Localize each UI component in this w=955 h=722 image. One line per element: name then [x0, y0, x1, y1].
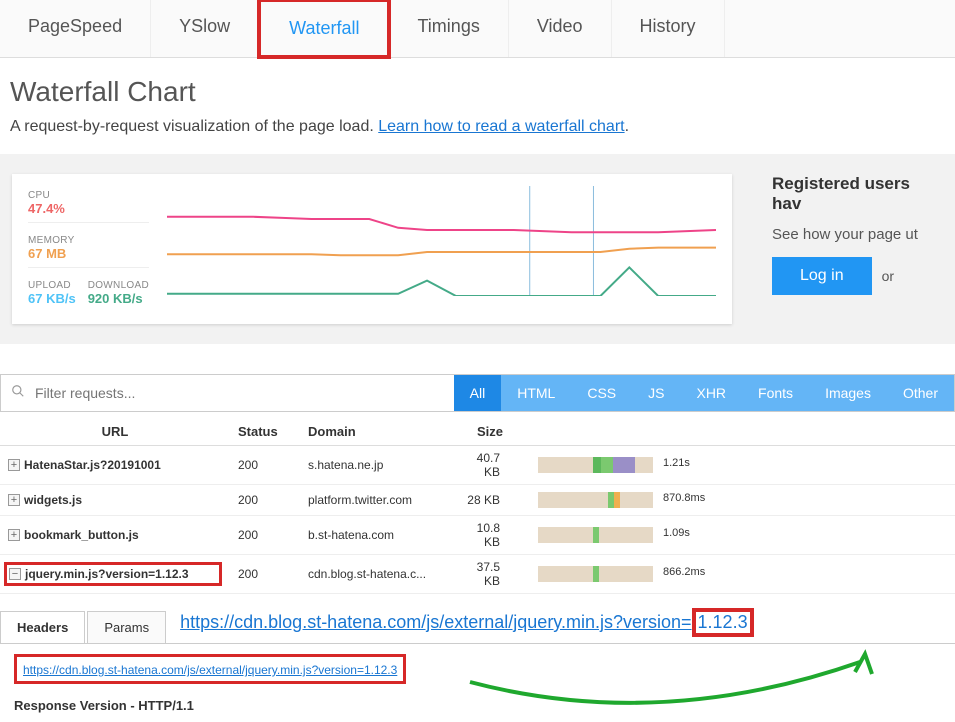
expand-icon[interactable]: + [8, 494, 20, 506]
learn-link[interactable]: Learn how to read a waterfall chart [378, 118, 624, 135]
filter-input-wrap [1, 375, 454, 411]
upload-value: 67 KB/s [28, 291, 76, 306]
row-time: 1.09s [663, 527, 690, 539]
filter-tab-images[interactable]: Images [809, 375, 887, 411]
subtitle-suffix: . [625, 118, 629, 135]
row-domain: platform.twitter.com [300, 485, 450, 516]
expand-icon[interactable]: + [8, 529, 20, 541]
tab-timings[interactable]: Timings [389, 0, 508, 57]
row-time: 866.2ms [663, 566, 705, 578]
tab-history[interactable]: History [612, 0, 725, 57]
download-value: 920 KB/s [88, 291, 149, 306]
row-domain: s.hatena.ne.jp [300, 446, 450, 485]
table-row[interactable]: + HatenaStar.js?20191001 200s.hatena.ne.jp… [0, 446, 955, 485]
sub-tab-params[interactable]: Params [87, 611, 166, 643]
side-text: See how your page ut [772, 226, 943, 243]
row-url: HatenaStar.js?20191001 [24, 458, 161, 472]
col-waterfall [530, 418, 955, 446]
row-status: 200 [230, 446, 300, 485]
filter-tab-xhr[interactable]: XHR [680, 375, 742, 411]
filter-tab-html[interactable]: HTML [501, 375, 571, 411]
filter-tab-css[interactable]: CSS [571, 375, 632, 411]
row-domain: cdn.blog.st-hatena.c... [300, 555, 450, 594]
row-url: bookmark_button.js [24, 528, 139, 542]
tab-yslow[interactable]: YSlow [151, 0, 259, 57]
row-time: 870.8ms [663, 492, 705, 504]
sub-tab-headers[interactable]: Headers [0, 611, 85, 643]
col-domain[interactable]: Domain [300, 418, 450, 446]
waterfall-bar: 870.8ms [538, 490, 947, 510]
search-icon [11, 384, 25, 403]
url-prefix: https://cdn.blog.st-hatena.com/js/extern… [180, 612, 691, 632]
upload-label: UPLOAD [28, 280, 76, 291]
metrics-card: CPU 47.4% MEMORY 67 MB UPLOAD 67 KB/s DO… [12, 174, 732, 324]
requests-table: URL Status Domain Size + HatenaStar.js?20… [0, 418, 955, 594]
cpu-label: CPU [28, 190, 149, 201]
side-panel: Registered users hav See how your page u… [752, 174, 943, 324]
metric-net: UPLOAD 67 KB/s DOWNLOAD 920 KB/s [28, 276, 149, 312]
filter-tab-fonts[interactable]: Fonts [742, 375, 809, 411]
metrics-panel: CPU 47.4% MEMORY 67 MB UPLOAD 67 KB/s DO… [0, 154, 955, 344]
row-url: widgets.js [24, 493, 82, 507]
row-status: 200 [230, 485, 300, 516]
memory-label: MEMORY [28, 235, 149, 246]
subtitle-text: A request-by-request visualization of th… [10, 118, 378, 135]
login-button[interactable]: Log in [772, 257, 872, 295]
request-url[interactable]: https://cdn.blog.st-hatena.com/js/extern… [180, 608, 753, 643]
metric-memory: MEMORY 67 MB [28, 231, 149, 268]
waterfall-bar: 866.2ms [538, 564, 947, 584]
cpu-value: 47.4% [28, 201, 149, 216]
small-url-highlight: https://cdn.blog.st-hatena.com/js/extern… [14, 654, 406, 684]
waterfall-table-section: All HTML CSS JS XHR Fonts Images Other U… [0, 374, 955, 713]
row-size: 28 KB [450, 485, 530, 516]
row-size: 40.7 KB [450, 446, 530, 485]
filter-row: All HTML CSS JS XHR Fonts Images Other [0, 374, 955, 412]
filter-input[interactable] [31, 375, 444, 411]
metric-cpu: CPU 47.4% [28, 186, 149, 223]
small-url-link[interactable]: https://cdn.blog.st-hatena.com/js/extern… [23, 663, 397, 677]
side-title: Registered users hav [772, 174, 943, 214]
row-size: 37.5 KB [450, 555, 530, 594]
col-status[interactable]: Status [230, 418, 300, 446]
subtitle: A request-by-request visualization of th… [10, 118, 945, 136]
main-tabs: PageSpeed YSlow Waterfall Timings Video … [0, 0, 955, 58]
version-highlight: 1.12.3 [692, 608, 754, 637]
tab-pagespeed[interactable]: PageSpeed [0, 0, 151, 57]
page-title: Waterfall Chart [10, 76, 945, 108]
row-domain: b.st-hatena.com [300, 516, 450, 555]
filter-tab-other[interactable]: Other [887, 375, 954, 411]
filter-tabs: All HTML CSS JS XHR Fonts Images Other [454, 375, 954, 411]
col-url[interactable]: URL [0, 418, 230, 446]
memory-value: 67 MB [28, 246, 149, 261]
metrics-list: CPU 47.4% MEMORY 67 MB UPLOAD 67 KB/s DO… [28, 186, 149, 312]
row-size: 10.8 KB [450, 516, 530, 555]
expand-icon[interactable]: + [8, 459, 20, 471]
waterfall-bar: 1.09s [538, 525, 947, 545]
table-row[interactable]: + bookmark_button.js 200b.st-hatena.com10.… [0, 516, 955, 555]
detail-sub-tabs: Headers Params https://cdn.blog.st-haten… [0, 608, 955, 644]
response-version: Response Version - HTTP/1.1 [14, 698, 955, 713]
or-text: or [882, 268, 894, 284]
col-size[interactable]: Size [450, 418, 530, 446]
expand-icon[interactable]: − [9, 568, 21, 580]
row-status: 200 [230, 516, 300, 555]
login-row: Log in or [772, 257, 943, 295]
waterfall-bar: 1.21s [538, 455, 947, 475]
filter-tab-all[interactable]: All [454, 375, 502, 411]
row-url: jquery.min.js?version=1.12.3 [25, 567, 189, 581]
table-row[interactable]: −jquery.min.js?version=1.12.3 200cdn.blog… [0, 555, 955, 594]
tab-video[interactable]: Video [509, 0, 612, 57]
tab-waterfall[interactable]: Waterfall [257, 0, 391, 59]
row-time: 1.21s [663, 457, 690, 469]
row-status: 200 [230, 555, 300, 594]
table-row[interactable]: + widgets.js 200platform.twitter.com28 KB 8… [0, 485, 955, 516]
metrics-chart [167, 186, 716, 312]
filter-tab-js[interactable]: JS [632, 375, 680, 411]
download-label: DOWNLOAD [88, 280, 149, 291]
